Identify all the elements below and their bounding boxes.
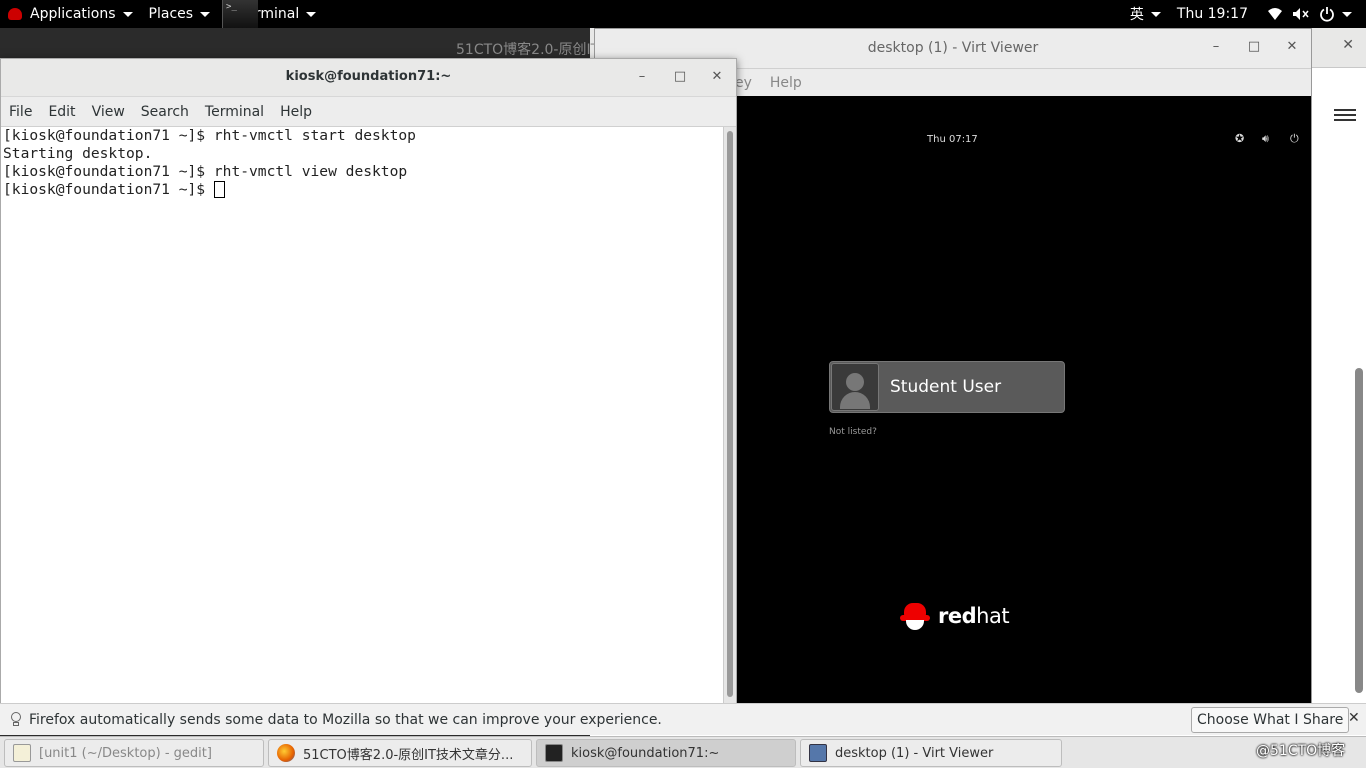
redhat-logo: redhat [900, 601, 1010, 631]
menu-view[interactable]: View [92, 104, 125, 120]
terminal-icon [545, 744, 563, 762]
virt-viewer-title: desktop (1) - Virt Viewer [867, 40, 1039, 56]
taskbar-item-virt-viewer[interactable]: desktop (1) - Virt Viewer [800, 739, 1062, 767]
chevron-down-icon [1150, 11, 1161, 17]
menu-terminal[interactable]: Terminal [205, 104, 264, 120]
terminal-line: [kiosk@foundation71 ~]$ rht-vmctl view d… [3, 163, 408, 180]
wifi-icon[interactable] [1266, 6, 1284, 22]
menu-help[interactable]: Help [280, 104, 312, 120]
taskbar-item-firefox[interactable]: 51CTO博客2.0-原创IT技术文章分... [268, 739, 532, 767]
volume-icon[interactable]: 🔊︎ [1262, 132, 1269, 146]
scrollbar-thumb[interactable] [1355, 368, 1363, 693]
maximize-icon[interactable]: □ [671, 69, 689, 84]
avatar [831, 363, 879, 411]
applications-menu[interactable]: Applications [0, 0, 141, 28]
terminal-app-menu[interactable]: Terminal [218, 0, 324, 28]
terminal-prompt-line: [kiosk@foundation71 ~]$ [3, 181, 723, 199]
menu-file[interactable]: File [9, 104, 32, 120]
hamburger-menu-icon[interactable] [1334, 106, 1356, 124]
firefox-icon [277, 744, 295, 762]
logo-text-red: red [938, 604, 977, 628]
terminal-line: Starting desktop. [3, 145, 153, 162]
terminal-menubar: File Edit View Search Terminal Help [1, 97, 736, 127]
menu-send-key[interactable]: ey [735, 75, 752, 91]
menu-edit[interactable]: Edit [48, 104, 75, 120]
guest-screen[interactable]: Thu 07:17 ✪ 🔊︎ ⏻ Student User Not listed… [737, 96, 1311, 703]
taskbar-item-terminal[interactable]: kiosk@foundation71:~ [536, 739, 796, 767]
firefox-scrollbar[interactable] [1311, 138, 1366, 693]
power-icon[interactable]: ⏻ [1290, 132, 1299, 146]
chevron-down-icon [306, 11, 317, 17]
power-icon[interactable] [1318, 6, 1336, 22]
taskbar: [unit1 (~/Desktop) - gedit] 51CTO博客2.0-原… [0, 736, 1366, 768]
firefox-title: 51CTO博客2.0-原创IT技术文章分享平台 - Mozilla Firefo… [456, 42, 597, 58]
accessibility-icon[interactable]: ✪ [1235, 132, 1244, 145]
terminal-prompt: [kiosk@foundation71 ~]$ [3, 181, 214, 198]
lightbulb-icon [9, 711, 23, 728]
taskbar-item-label: desktop (1) - Virt Viewer [835, 745, 994, 761]
close-icon[interactable]: ✕ [1348, 710, 1360, 726]
chevron-down-icon [122, 11, 133, 17]
close-icon[interactable]: ✕ [1283, 39, 1301, 54]
close-icon[interactable]: ✕ [708, 69, 726, 84]
redhat-icon [8, 8, 22, 20]
logo-text-hat: hat [976, 604, 1010, 628]
watermark: @51CTO博客 [1256, 743, 1346, 759]
minimize-icon[interactable]: – [633, 69, 651, 84]
gedit-icon [13, 744, 31, 762]
redhat-hat-icon [900, 601, 930, 631]
taskbar-item-label: 51CTO博客2.0-原创IT技术文章分... [303, 747, 514, 763]
terminal-window: kiosk@foundation71:~ – □ ✕ File Edit Vie… [0, 58, 737, 704]
virt-viewer-icon [809, 744, 827, 762]
scrollbar-thumb[interactable] [727, 131, 733, 697]
places-label: Places [148, 6, 194, 22]
chevron-down-icon[interactable] [1342, 11, 1352, 17]
clock[interactable]: Thu 19:17 [1169, 0, 1262, 28]
menu-help[interactable]: Help [770, 75, 802, 91]
places-menu[interactable]: Places [141, 0, 219, 28]
terminal-line: [kiosk@foundation71 ~]$ rht-vmctl start … [3, 127, 416, 144]
not-listed-link[interactable]: Not listed? [829, 427, 877, 437]
choose-what-i-share-button[interactable]: Choose What I Share [1191, 707, 1350, 733]
input-method-label: 英 [1129, 7, 1144, 23]
clock-label: Thu 19:17 [1176, 6, 1248, 22]
guest-clock[interactable]: Thu 07:17 [927, 134, 978, 145]
taskbar-item-label: kiosk@foundation71:~ [571, 745, 720, 761]
menu-search[interactable]: Search [141, 104, 189, 120]
top-panel: Applications Places Terminal 英 Thu 19:17 [0, 0, 1366, 28]
input-method-menu[interactable]: 英 [1122, 0, 1169, 28]
taskbar-item-label: [unit1 (~/Desktop) - gedit] [39, 745, 212, 761]
terminal-title: kiosk@foundation71:~ [285, 69, 452, 84]
user-card-student[interactable]: Student User [829, 361, 1065, 413]
terminal-icon [222, 0, 259, 28]
maximize-icon[interactable]: □ [1245, 39, 1263, 54]
chevron-down-icon [200, 11, 211, 17]
terminal-cursor [213, 181, 225, 198]
close-icon[interactable]: ✕ [1342, 37, 1354, 53]
terminal-titlebar[interactable]: kiosk@foundation71:~ – □ ✕ [1, 59, 736, 97]
minimize-icon[interactable]: – [1207, 39, 1225, 54]
terminal-scrollbar[interactable] [723, 127, 736, 703]
terminal-output[interactable]: [kiosk@foundation71 ~]$ rht-vmctl start … [1, 127, 723, 703]
firefox-notification-bar: Firefox automatically sends some data to… [0, 703, 1366, 735]
applications-label: Applications [30, 6, 116, 22]
taskbar-item-gedit[interactable]: [unit1 (~/Desktop) - gedit] [4, 739, 264, 767]
user-name: Student User [890, 377, 1002, 397]
notification-text: Firefox automatically sends some data to… [29, 711, 662, 728]
volume-icon[interactable] [1292, 6, 1310, 22]
